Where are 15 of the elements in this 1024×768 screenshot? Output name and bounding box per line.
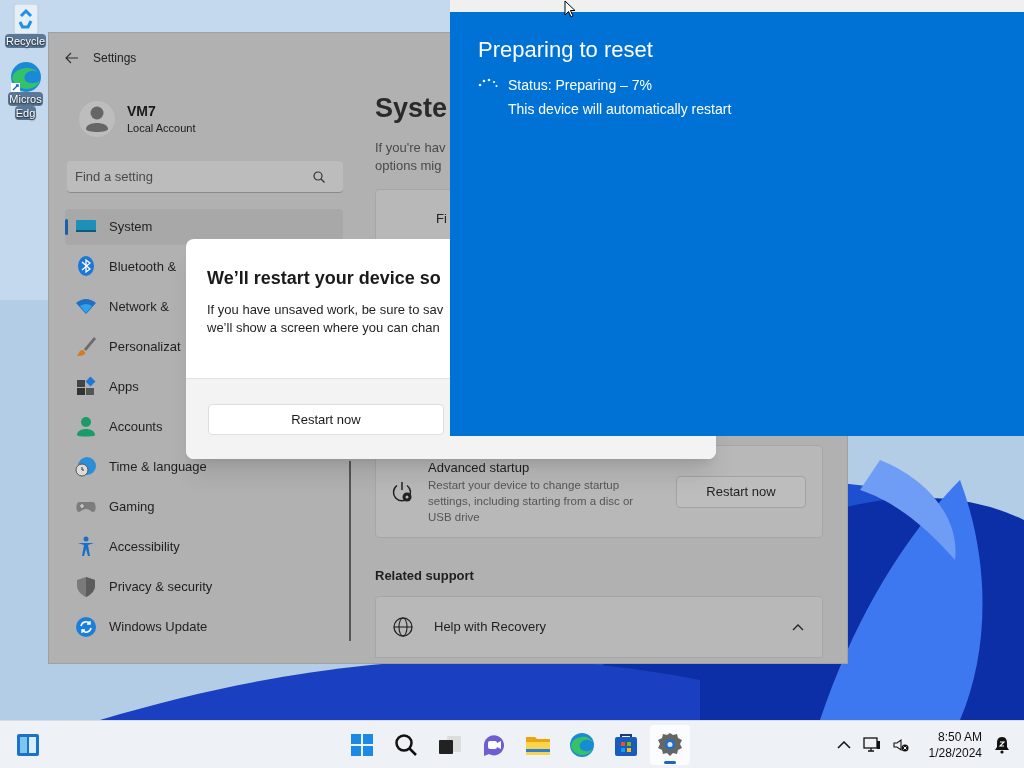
reset-heading: Preparing to reset <box>478 36 654 64</box>
dialog-text: If you have unsaved work, be sure to sav <box>207 301 445 319</box>
help-label: Help with Recovery <box>434 617 546 636</box>
page-heading: Syste <box>375 92 448 125</box>
window-title: Settings <box>93 50 137 67</box>
option-title: Advanced startup <box>428 458 531 477</box>
option-description: Restart your device to change startup settings, including starting from a disc or USB drive <box>428 477 635 525</box>
status-text: Status: Preparing – 7% <box>508 76 653 94</box>
account-type: Local Account <box>127 121 196 136</box>
restart-note: This device will automatically restart <box>508 100 732 118</box>
account-name: VM7 <box>127 102 157 120</box>
intro-text: If you're hav <box>375 139 446 157</box>
dialog-text: we’ll show a screen where you can chan <box>207 319 441 337</box>
section-heading: Related support <box>375 567 474 585</box>
intro-text: options mig <box>375 157 442 175</box>
